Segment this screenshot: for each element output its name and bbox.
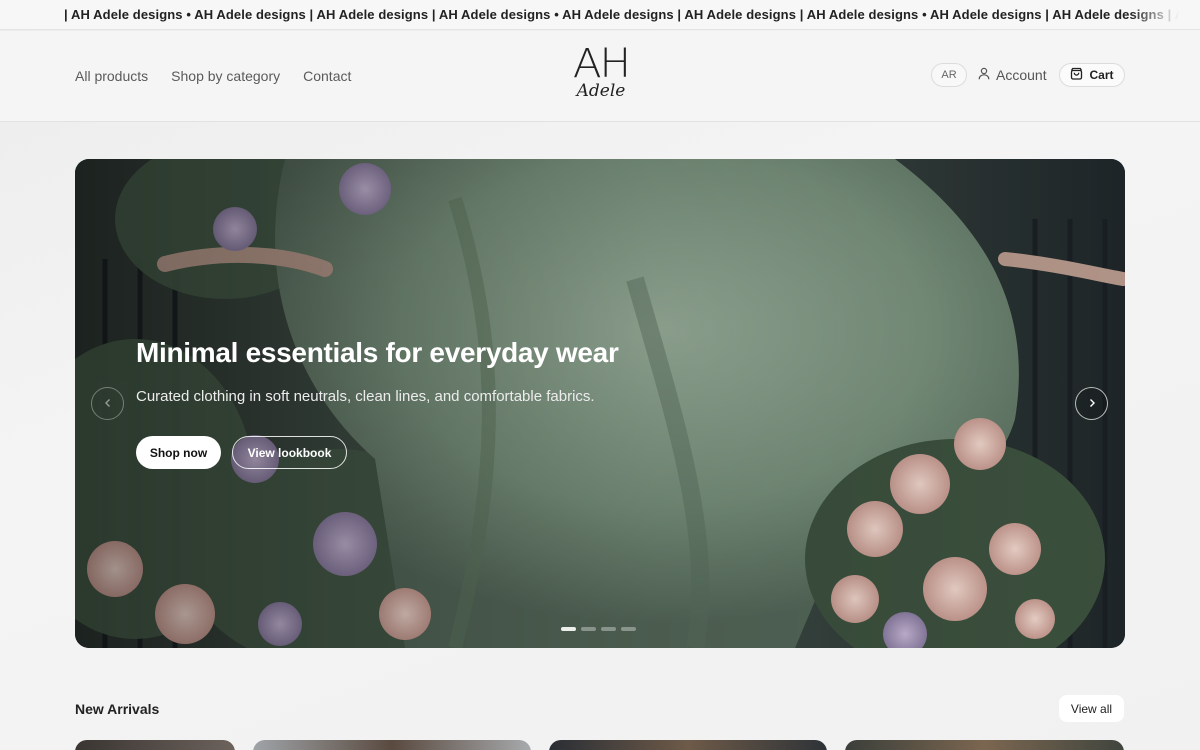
carousel-dot[interactable] xyxy=(621,627,636,631)
product-card[interactable] xyxy=(549,740,827,750)
chevron-right-icon xyxy=(1087,395,1097,413)
user-icon xyxy=(978,67,990,83)
nav-contact[interactable]: Contact xyxy=(303,68,351,84)
new-arrivals-title: New Arrivals xyxy=(75,701,160,717)
carousel-dots xyxy=(561,627,636,631)
brand-logo[interactable]: AH Adele xyxy=(572,41,631,106)
marquee-fade xyxy=(1130,0,1200,29)
cart-label: Cart xyxy=(1089,68,1114,82)
hero-subtitle: Curated clothing in soft neutrals, clean… xyxy=(136,388,595,405)
nav-all-products[interactable]: All products xyxy=(75,68,148,84)
chevron-left-icon xyxy=(103,395,113,413)
marquee-text: | AH Adele designs • AH Adele designs | … xyxy=(64,7,1200,22)
account-label: Account xyxy=(996,67,1047,83)
carousel-next-button[interactable] xyxy=(1075,387,1108,420)
logo-monogram: AH xyxy=(572,41,631,87)
announcement-marquee: | AH Adele designs • AH Adele designs | … xyxy=(0,0,1200,30)
view-lookbook-button[interactable]: View lookbook xyxy=(232,436,347,469)
account-link[interactable]: Account xyxy=(978,67,1047,83)
carousel-prev-button[interactable] xyxy=(91,387,124,420)
carousel-dot[interactable] xyxy=(581,627,596,631)
language-toggle-button[interactable]: AR xyxy=(931,63,967,87)
hero-title: Minimal essentials for everyday wear xyxy=(136,337,619,368)
site-header: All products Shop by category Contact AH… xyxy=(0,31,1200,122)
hero-carousel: Minimal essentials for everyday wear Cur… xyxy=(75,159,1125,648)
carousel-dot[interactable] xyxy=(601,627,616,631)
product-card[interactable] xyxy=(845,740,1124,750)
product-card[interactable] xyxy=(75,740,235,750)
product-card[interactable] xyxy=(253,740,531,750)
cart-button[interactable]: Cart xyxy=(1059,63,1125,87)
shop-now-button[interactable]: Shop now xyxy=(136,436,221,469)
main-nav: All products Shop by category Contact xyxy=(75,68,351,84)
shopping-bag-icon xyxy=(1070,67,1083,83)
nav-shop-by-category[interactable]: Shop by category xyxy=(171,68,280,84)
view-all-button[interactable]: View all xyxy=(1059,695,1124,722)
carousel-dot[interactable] xyxy=(561,627,576,631)
